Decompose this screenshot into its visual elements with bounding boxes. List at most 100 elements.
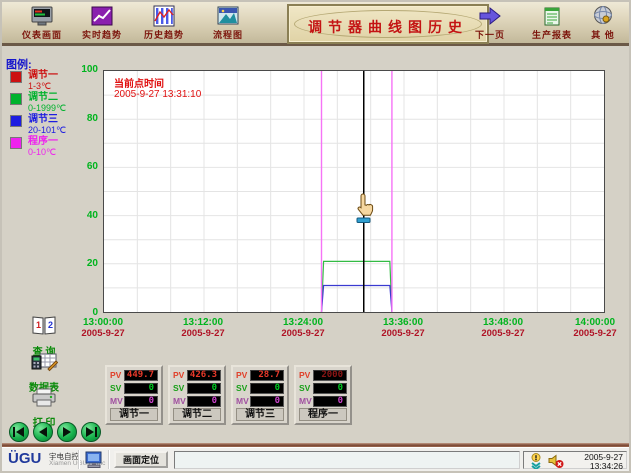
x-tick-label: 13:00:002005-9-27 — [63, 317, 143, 339]
pv-label: PV — [173, 370, 187, 380]
prev-button[interactable] — [33, 422, 53, 442]
value-panel: PV449.7SV0MV0调节一 — [105, 365, 163, 425]
page-title: 调节器曲线图历史 — [289, 17, 487, 37]
svg-text:1: 1 — [36, 320, 41, 330]
hmi-window: 仪表画面 实时趋势 历史趋势 — [0, 0, 631, 473]
y-tick-label: 80 — [60, 113, 98, 124]
toolbar-button-production-report[interactable]: 生产报表 — [522, 5, 582, 43]
toolbar-button-next-page[interactable]: 下一页 — [460, 5, 520, 43]
toolbar-button-label: 生产报表 — [522, 28, 582, 41]
query-book-icon: 1 2 — [30, 313, 58, 337]
prev-icon — [36, 426, 50, 438]
cursor-annotation-time: 2005-9-27 13:31:10 — [114, 89, 201, 100]
sv-value: 0 — [124, 383, 158, 394]
sv-label: SV — [299, 383, 313, 393]
legend-swatch — [10, 93, 22, 105]
pv-value: 2000 — [313, 370, 347, 381]
sv-value: 0 — [187, 383, 221, 394]
instrument-screen-icon — [29, 5, 55, 27]
pv-value: 28.7 — [250, 370, 284, 381]
last-icon — [84, 426, 98, 438]
x-tick-label: 13:36:002005-9-27 — [363, 317, 443, 339]
datasheet-icon — [30, 351, 58, 373]
taskbar-divider — [78, 450, 80, 469]
legend-name: 调节二 — [28, 92, 98, 103]
taskbar-divider — [108, 450, 110, 469]
cursor-annotation-title: 当前点时间 — [114, 75, 164, 90]
chart-plot[interactable] — [103, 70, 605, 313]
x-tick-label: 14:00:002005-9-27 — [555, 317, 631, 339]
page-title-plaque: 调节器曲线图历史 — [287, 4, 489, 44]
tray-mute-icon[interactable] — [548, 453, 564, 469]
mv-value: 0 — [187, 396, 221, 407]
next-icon — [60, 426, 74, 438]
status-panel — [174, 451, 520, 469]
toolbar-button-flowchart[interactable]: 流程图 — [198, 5, 258, 43]
toolbar-button-label: 下一页 — [460, 28, 520, 41]
panel-title: 调节三 — [236, 408, 284, 421]
pv-label: PV — [299, 370, 313, 380]
mv-value: 0 — [124, 396, 158, 407]
computer-icon[interactable] — [84, 451, 104, 469]
toolbar-button-realtime-trend[interactable]: 实时趋势 — [72, 5, 132, 43]
legend-swatch — [10, 71, 22, 83]
mv-label: MV — [236, 396, 250, 406]
panel-title: 调节二 — [173, 408, 221, 421]
next-button[interactable] — [57, 422, 77, 442]
mv-value: 0 — [313, 396, 347, 407]
legend-range: 0-1999℃ — [28, 103, 98, 113]
toolbar-button-label: 实时趋势 — [72, 28, 132, 41]
x-tick-label: 13:24:002005-9-27 — [263, 317, 343, 339]
toolbar-button-label: 仪表画面 — [12, 28, 72, 41]
first-icon — [12, 426, 26, 438]
first-page-button[interactable] — [9, 422, 29, 442]
pv-label: PV — [236, 370, 250, 380]
legend-item: 调节二0-1999℃ — [10, 92, 98, 114]
value-panel: PV2000SV0MV0程序一 — [294, 365, 352, 425]
toolbar-button-label: 流程图 — [198, 28, 258, 41]
last-page-button[interactable] — [81, 422, 101, 442]
flowchart-icon — [215, 5, 241, 27]
pv-value: 449.7 — [124, 370, 158, 381]
history-nav-buttons — [9, 422, 101, 442]
legend-swatch — [10, 137, 22, 149]
report-icon — [539, 5, 565, 27]
value-panel: PV28.7SV0MV0调节三 — [231, 365, 289, 425]
tray-agent-icon[interactable] — [528, 453, 544, 469]
hand-cursor-icon — [352, 193, 374, 227]
y-tick-label: 20 — [60, 258, 98, 269]
sv-label: SV — [110, 383, 124, 393]
sv-value: 0 — [313, 383, 347, 394]
mv-label: MV — [173, 396, 187, 406]
sv-label: SV — [236, 383, 250, 393]
panel-row: PV449.7SV0MV0调节一PV426.3SV0MV0调节二PV28.7SV… — [105, 365, 352, 425]
toolbar-button-other[interactable]: 其 他 — [580, 5, 626, 43]
legend-range: 0-10℃ — [28, 147, 98, 157]
mv-label: MV — [110, 396, 124, 406]
clock-time: 13:34:26 — [584, 462, 623, 471]
pv-label: PV — [110, 370, 124, 380]
top-toolbar: 仪表画面 实时趋势 历史趋势 — [2, 2, 629, 46]
sv-value: 0 — [250, 383, 284, 394]
y-tick-label: 60 — [60, 161, 98, 172]
mv-label: MV — [299, 396, 313, 406]
toolbar-button-label: 其 他 — [580, 28, 626, 41]
legend-swatch — [10, 115, 22, 127]
panel-title: 调节一 — [110, 408, 158, 421]
toolbar-button-history-trend[interactable]: 历史趋势 — [134, 5, 194, 43]
next-page-icon — [477, 5, 503, 27]
panel-title: 程序一 — [299, 408, 347, 421]
y-tick-label: 0 — [60, 307, 98, 318]
sv-label: SV — [173, 383, 187, 393]
toolbar-button-instrument-screen[interactable]: 仪表画面 — [12, 5, 72, 43]
history-trend-icon — [151, 5, 177, 27]
svg-text:2: 2 — [48, 320, 53, 330]
clock: 2005-9-27 13:34:26 — [584, 452, 623, 470]
clock-date: 2005-9-27 — [584, 453, 623, 462]
realtime-trend-icon — [89, 5, 115, 27]
y-tick-label: 40 — [60, 210, 98, 221]
screen-locate-button[interactable]: 画面定位 — [114, 451, 168, 468]
value-panel: PV426.3SV0MV0调节二 — [168, 365, 226, 425]
system-tray: 2005-9-27 13:34:26 — [523, 451, 627, 469]
legend-range: 1-3℃ — [28, 81, 98, 91]
